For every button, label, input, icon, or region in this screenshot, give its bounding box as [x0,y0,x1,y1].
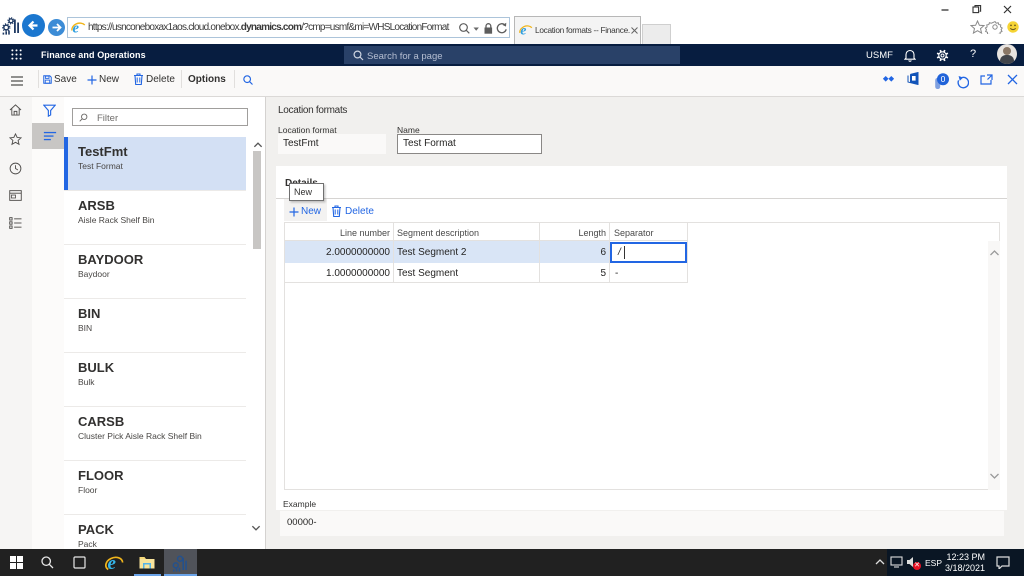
svg-text:e: e [520,23,526,37]
svg-text:e: e [108,553,117,572]
svg-text:0: 0 [941,74,946,84]
